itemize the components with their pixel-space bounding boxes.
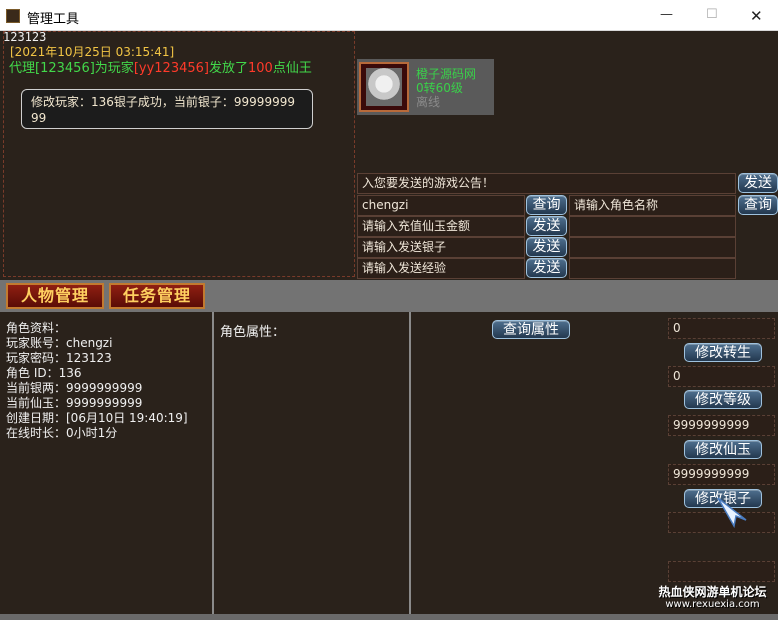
log-message: 代理[123456]为玩家[yy123456]发放了100点仙王	[9, 57, 312, 76]
watermark: 热血侠网游单机论坛 www.rexuexia.com	[655, 585, 770, 611]
role-name-input[interactable]: 请输入角色名称	[569, 195, 736, 216]
char-info-line: 角色 ID：136	[6, 366, 82, 380]
jade-input[interactable]: 9999999999	[668, 415, 775, 436]
recharge-input[interactable]: 请输入充值仙玉金额	[357, 216, 525, 237]
popup-line1: 修改玩家：136银子成功，当前银子：99999999	[31, 95, 295, 109]
char-info-line: 创建日期：[06月10日 19:40:19]	[6, 411, 188, 425]
status-popup: 修改玩家：136银子成功，当前银子：99999999 99	[21, 89, 313, 129]
app-icon	[6, 9, 20, 23]
broadcast-send-button[interactable]: 发送	[738, 173, 778, 193]
account-query-button[interactable]: 查询	[526, 195, 567, 215]
recharge-send-button[interactable]: 发送	[526, 216, 567, 236]
bottom-border	[0, 614, 778, 620]
maximize-icon[interactable]: ☐	[706, 7, 718, 22]
silver-input[interactable]: 请输入发送银子	[357, 237, 525, 258]
edit-level-button[interactable]: 修改等级	[684, 390, 762, 409]
char-info-line: 当前银两：9999999999	[6, 381, 143, 395]
char-info-line: 玩家账号：chengzi	[6, 336, 113, 350]
silver-value-input[interactable]: 9999999999	[668, 464, 775, 485]
account-input[interactable]: chengzi	[357, 195, 525, 216]
exp-input[interactable]: 请输入发送经验	[357, 258, 525, 279]
avatar-face	[366, 68, 402, 106]
log-msg-item: 点仙王	[272, 61, 312, 76]
close-icon[interactable]: ✕	[750, 7, 763, 25]
edit-jade-button[interactable]: 修改仙玉	[684, 440, 762, 459]
tab-task-management[interactable]: 任务管理	[109, 283, 205, 309]
title-bar: 管理工具 — ☐ ✕	[0, 0, 778, 31]
profile-status: 离线	[416, 95, 441, 109]
watermark-line2: www.rexuexia.com	[665, 599, 760, 610]
char-attr-panel	[214, 312, 411, 614]
extra-input-2[interactable]	[668, 561, 775, 582]
level-input[interactable]: 0	[668, 366, 775, 387]
log-msg-give: 发放了	[208, 61, 248, 76]
minimize-icon[interactable]: —	[660, 7, 673, 22]
role-query-button[interactable]: 查询	[738, 195, 778, 215]
char-attr-header: 角色属性：	[220, 325, 286, 340]
edit-rebirth-button[interactable]: 修改转生	[684, 343, 762, 362]
cursor-icon	[717, 497, 747, 529]
char-info: 角色资料： 玩家账号：chengzi 玩家密码：123123 角色 ID：136…	[6, 321, 188, 441]
silver-send-button[interactable]: 发送	[526, 237, 567, 257]
watermark-line1: 热血侠网游单机论坛	[658, 585, 767, 599]
query-attr-button[interactable]: 查询属性	[492, 320, 570, 339]
log-msg-player: [yy123456]	[133, 61, 209, 76]
recharge-extra-input[interactable]	[569, 216, 736, 237]
log-id-line: 123123	[3, 30, 47, 44]
silver-extra-input[interactable]	[569, 237, 736, 258]
rebirth-input[interactable]: 0	[668, 318, 775, 339]
window-title: 管理工具	[27, 12, 80, 27]
broadcast-input[interactable]: 入您要发送的游戏公告！	[357, 173, 736, 194]
log-msg-agent: [123456]	[35, 61, 95, 76]
exp-send-button[interactable]: 发送	[526, 258, 567, 278]
avatar	[359, 62, 409, 112]
popup-line2: 99	[31, 111, 47, 125]
char-info-line: 在线时长：0小时1分	[6, 426, 118, 440]
log-msg-prefix: 代理	[9, 61, 36, 76]
log-msg-amount: 100	[247, 61, 273, 76]
char-info-line: 当前仙玉：9999999999	[6, 396, 143, 410]
tab-character-management[interactable]: 人物管理	[6, 283, 104, 309]
char-info-line: 玩家密码：123123	[6, 351, 112, 365]
char-info-header: 角色资料：	[6, 321, 67, 335]
exp-extra-input[interactable]	[569, 258, 736, 279]
log-msg-mid: 为玩家	[94, 61, 134, 76]
